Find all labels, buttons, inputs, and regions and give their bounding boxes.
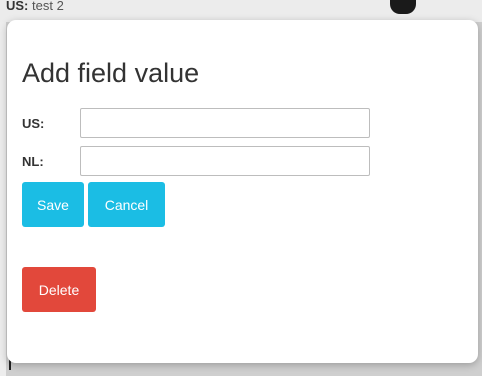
save-button[interactable]: Save <box>22 182 84 227</box>
delete-button[interactable]: Delete <box>22 267 96 312</box>
field-label-us: US: <box>22 116 45 131</box>
field-row-us: US: <box>22 108 382 140</box>
cancel-button[interactable]: Cancel <box>88 182 165 227</box>
background-field-text: US: test 2 <box>6 0 64 13</box>
add-field-value-dialog: Add field value US: NL: Save Cancel Dele… <box>7 20 478 363</box>
background-avatar-shape <box>390 0 416 14</box>
field-row-nl: NL: <box>22 146 382 178</box>
background-field-label: US: <box>6 0 29 13</box>
us-value-input[interactable] <box>80 108 370 138</box>
background-left-edge <box>0 22 6 376</box>
background-field-row: US: test 2 <box>0 0 482 22</box>
dialog-title: Add field value <box>22 58 200 88</box>
nl-value-input[interactable] <box>80 146 370 176</box>
field-label-nl: NL: <box>22 154 44 169</box>
background-field-value: test 2 <box>32 0 64 13</box>
